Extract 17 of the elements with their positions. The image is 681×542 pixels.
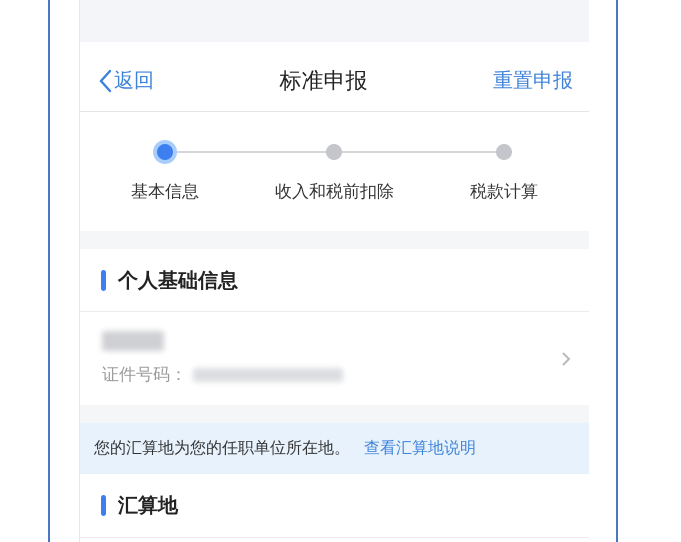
step-label: 收入和税前扣除 [274, 181, 394, 203]
page-title: 标准申报 [278, 68, 368, 96]
back-link[interactable]: 返回 [98, 67, 154, 94]
id-number-label: 证件号码： [102, 364, 187, 386]
step-label: 税款计算 [470, 181, 538, 203]
step-label: 基本信息 [130, 181, 199, 203]
section-accent-bar [101, 270, 106, 290]
blurred-name [102, 331, 164, 351]
person-row[interactable]: 证件号码： [80, 311, 589, 405]
section-accent-bar [101, 495, 106, 516]
notice-text: 您的汇算地为您的任职单位所在地。 [94, 438, 350, 459]
chevron-right-icon [561, 350, 571, 366]
explanation-link[interactable]: 查看汇算地说明 [364, 438, 476, 459]
section-title: 汇算地 [118, 492, 178, 519]
section-title: 个人基础信息 [118, 266, 238, 294]
reset-link[interactable]: 重置申报 [493, 67, 573, 94]
back-chevron-icon [98, 68, 112, 92]
